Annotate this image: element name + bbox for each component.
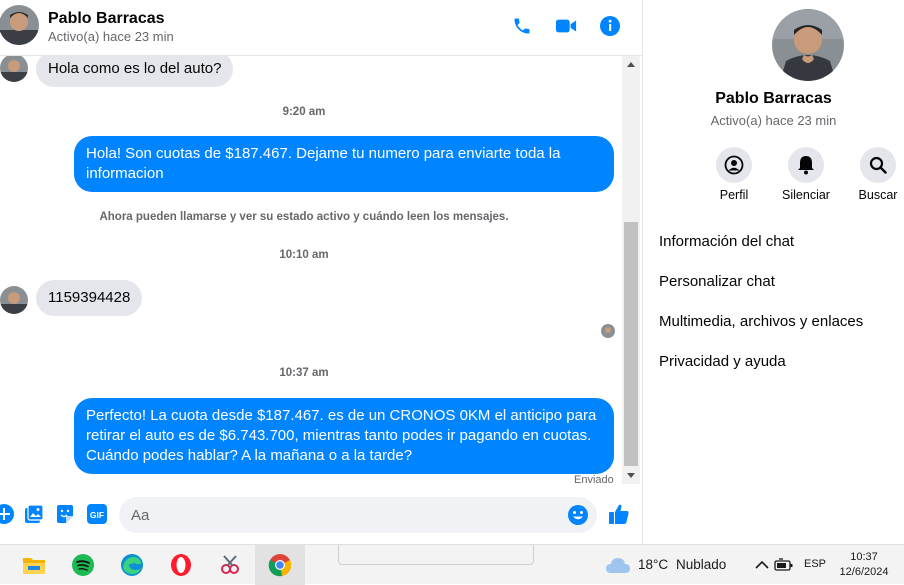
emoji-icon bbox=[568, 505, 588, 525]
phone-icon bbox=[514, 18, 530, 34]
mute-label: Silenciar bbox=[782, 188, 830, 202]
sticker-button[interactable] bbox=[53, 502, 77, 526]
message-incoming[interactable]: Hola como es lo del auto? bbox=[36, 56, 234, 87]
bell-icon bbox=[798, 156, 814, 175]
profile-icon bbox=[724, 155, 744, 175]
taskbar: 18°C Nublado ESP 10:37 12/6/2024 bbox=[0, 544, 904, 585]
message-list[interactable]: Hola como es lo del auto? 9:20 am Hola! … bbox=[0, 56, 622, 488]
mute-button[interactable] bbox=[788, 147, 824, 183]
svg-text:GIF: GIF bbox=[90, 510, 104, 520]
scroll-thumb[interactable] bbox=[624, 222, 638, 466]
video-call-button[interactable] bbox=[554, 14, 578, 38]
menu-chat-info[interactable]: Información del chat bbox=[659, 233, 794, 250]
composer: GIF bbox=[0, 488, 642, 544]
menu-privacy-help[interactable]: Privacidad y ayuda bbox=[659, 353, 786, 370]
spotify-button[interactable] bbox=[69, 551, 97, 579]
message-incoming[interactable]: 1159394428 bbox=[36, 280, 143, 316]
gif-icon: GIF bbox=[87, 504, 107, 524]
call-button[interactable] bbox=[510, 14, 534, 38]
scroll-up-button[interactable] bbox=[622, 56, 640, 72]
opera-button[interactable] bbox=[167, 551, 195, 579]
window-preview-outline bbox=[338, 545, 534, 565]
menu-media-files[interactable]: Multimedia, archivos y enlaces bbox=[659, 313, 863, 330]
message-input[interactable] bbox=[131, 497, 561, 533]
timestamp: 10:10 am bbox=[279, 249, 329, 261]
edge-button[interactable] bbox=[118, 551, 146, 579]
opera-icon bbox=[171, 554, 191, 576]
chrome-icon bbox=[268, 554, 292, 577]
contact-avatar[interactable] bbox=[0, 4, 40, 51]
profile-label: Perfil bbox=[719, 188, 749, 202]
menu-customize-chat[interactable]: Personalizar chat bbox=[659, 273, 775, 290]
weather-condition[interactable]: Nublado bbox=[676, 557, 726, 572]
like-icon bbox=[609, 504, 629, 524]
file-explorer-icon bbox=[23, 558, 45, 574]
attach-image-button[interactable] bbox=[22, 502, 46, 526]
chevron-up-icon bbox=[755, 560, 769, 569]
more-actions-button[interactable] bbox=[0, 502, 16, 526]
video-icon bbox=[555, 19, 577, 33]
arrow-up-icon bbox=[627, 62, 635, 67]
image-icon bbox=[25, 504, 44, 523]
search-label: Buscar bbox=[858, 188, 898, 202]
sticker-icon bbox=[57, 505, 73, 523]
like-button[interactable] bbox=[607, 502, 631, 526]
system-clock[interactable]: 10:37 12/6/2024 bbox=[836, 550, 892, 580]
seen-indicator-avatar bbox=[601, 324, 615, 338]
sent-status: Enviado bbox=[574, 474, 614, 486]
spotify-icon bbox=[72, 554, 94, 576]
timestamp: 9:20 am bbox=[282, 106, 326, 118]
profile-button[interactable] bbox=[716, 147, 752, 183]
profile-avatar[interactable] bbox=[772, 9, 844, 81]
snipping-icon bbox=[221, 555, 239, 574]
weather-temperature[interactable]: 18°C bbox=[638, 557, 668, 572]
profile-name: Pablo Barracas bbox=[715, 90, 832, 107]
file-explorer-button[interactable] bbox=[20, 551, 48, 579]
chrome-button[interactable] bbox=[266, 551, 294, 579]
message-outgoing[interactable]: Perfecto! La cuota desde $187.467. es de… bbox=[74, 398, 614, 474]
search-icon bbox=[869, 156, 887, 174]
cloud-icon bbox=[606, 558, 630, 573]
chat-info-panel: Pablo Barracas Activo(a) hace 23 min Per… bbox=[643, 0, 904, 544]
timestamp: 10:37 am bbox=[279, 367, 329, 379]
network-battery-button[interactable] bbox=[770, 551, 798, 579]
arrow-down-icon bbox=[627, 473, 635, 478]
message-input-wrapper bbox=[119, 497, 597, 533]
info-icon bbox=[600, 16, 620, 36]
chat-header: Pablo Barracas Activo(a) hace 23 min bbox=[0, 0, 642, 56]
clock-date: 12/6/2024 bbox=[839, 566, 889, 578]
clock-time: 10:37 bbox=[850, 551, 878, 563]
scroll-down-button[interactable] bbox=[622, 468, 640, 484]
contact-status: Activo(a) hace 23 min bbox=[48, 29, 174, 44]
battery-icon bbox=[774, 558, 793, 571]
edge-icon bbox=[121, 554, 143, 576]
weather-widget[interactable] bbox=[604, 551, 632, 579]
input-language[interactable]: ESP bbox=[804, 558, 826, 570]
info-button[interactable] bbox=[598, 14, 622, 38]
gif-button[interactable]: GIF bbox=[85, 502, 109, 526]
contact-name[interactable]: Pablo Barracas bbox=[48, 10, 165, 28]
add-icon bbox=[0, 504, 14, 524]
search-button[interactable] bbox=[860, 147, 896, 183]
emoji-button[interactable] bbox=[567, 504, 589, 526]
system-notice: Ahora pueden llamarse y ver su estado ac… bbox=[99, 211, 509, 223]
sender-avatar bbox=[0, 56, 28, 82]
profile-status: Activo(a) hace 23 min bbox=[710, 113, 837, 128]
snipping-tool-button[interactable] bbox=[216, 551, 244, 579]
sender-avatar bbox=[0, 286, 28, 314]
message-outgoing[interactable]: Hola! Son cuotas de $187.467. Dejame tu … bbox=[74, 136, 614, 192]
